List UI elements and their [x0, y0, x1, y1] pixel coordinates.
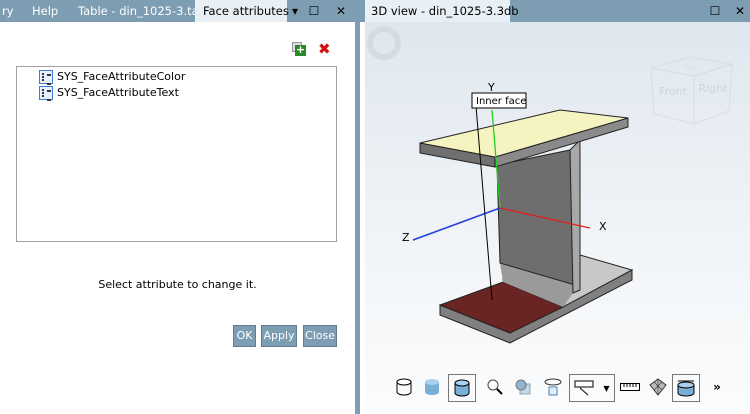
- list-item[interactable]: SYS_FaceAttributeColor: [39, 69, 185, 85]
- close-button[interactable]: Close: [303, 325, 337, 347]
- list-item[interactable]: SYS_FaceAttributeText: [39, 85, 179, 101]
- list-item-label: SYS_FaceAttributeText: [57, 86, 179, 99]
- spinner-icon: [367, 26, 401, 60]
- tab-table[interactable]: Table - din_1025-3.tac: [78, 0, 205, 22]
- 3d-scene[interactable]: Top Front Right Y X Z Inner face: [360, 0, 750, 414]
- x-axis-label: X: [599, 220, 607, 233]
- tab-history[interactable]: ry: [2, 0, 14, 22]
- list-item-label: SYS_FaceAttributeColor: [57, 70, 186, 83]
- attribute-icon: [39, 86, 53, 101]
- add-attribute-icon[interactable]: +: [292, 42, 306, 56]
- delete-icon[interactable]: ✖: [318, 40, 331, 58]
- left-tab-bar: ry Help Table - din_1025-3.tac Face attr…: [0, 0, 355, 22]
- tab-face-attributes[interactable]: Face attributes: [195, 0, 289, 22]
- apply-button[interactable]: Apply: [261, 325, 297, 347]
- section-icon[interactable]: [672, 374, 700, 402]
- face-attributes-panel: ry Help Table - din_1025-3.tac Face attr…: [0, 0, 355, 414]
- selection-mode-dropdown[interactable]: ▼: [569, 374, 615, 402]
- zoom-fit-icon[interactable]: [484, 376, 506, 398]
- status-message: Select attribute to change it.: [98, 278, 257, 291]
- tab-help[interactable]: Help: [32, 0, 58, 22]
- zoom-window-icon[interactable]: [512, 376, 534, 398]
- menu-dropdown-icon[interactable]: ▾: [286, 0, 304, 22]
- shaded-edges-icon[interactable]: [448, 374, 476, 402]
- viewcube-right[interactable]: Right: [699, 82, 729, 95]
- maximize-icon[interactable]: ☐: [305, 0, 323, 22]
- shaded-icon[interactable]: [421, 376, 443, 398]
- mesh-icon[interactable]: [647, 376, 669, 398]
- wireframe-icon[interactable]: [393, 376, 415, 398]
- close-icon[interactable]: ✕: [332, 0, 350, 22]
- viewcube-top[interactable]: Top: [682, 63, 697, 72]
- more-icon[interactable]: »: [706, 376, 728, 398]
- attribute-list[interactable]: SYS_FaceAttributeColor SYS_FaceAttribute…: [16, 66, 337, 242]
- y-axis-label: Y: [487, 81, 495, 94]
- 3d-view-panel: 3D view - din_1025-3.3db ☐ ✕ Top Front R…: [360, 0, 750, 414]
- measure-icon[interactable]: [619, 376, 641, 398]
- viewcube-front[interactable]: Front: [659, 85, 688, 98]
- z-axis-label: Z: [402, 231, 410, 244]
- ok-button[interactable]: OK: [233, 325, 256, 347]
- attribute-icon: [39, 70, 53, 85]
- annotation-label: Inner face: [476, 96, 526, 107]
- rotate-icon[interactable]: [542, 376, 564, 398]
